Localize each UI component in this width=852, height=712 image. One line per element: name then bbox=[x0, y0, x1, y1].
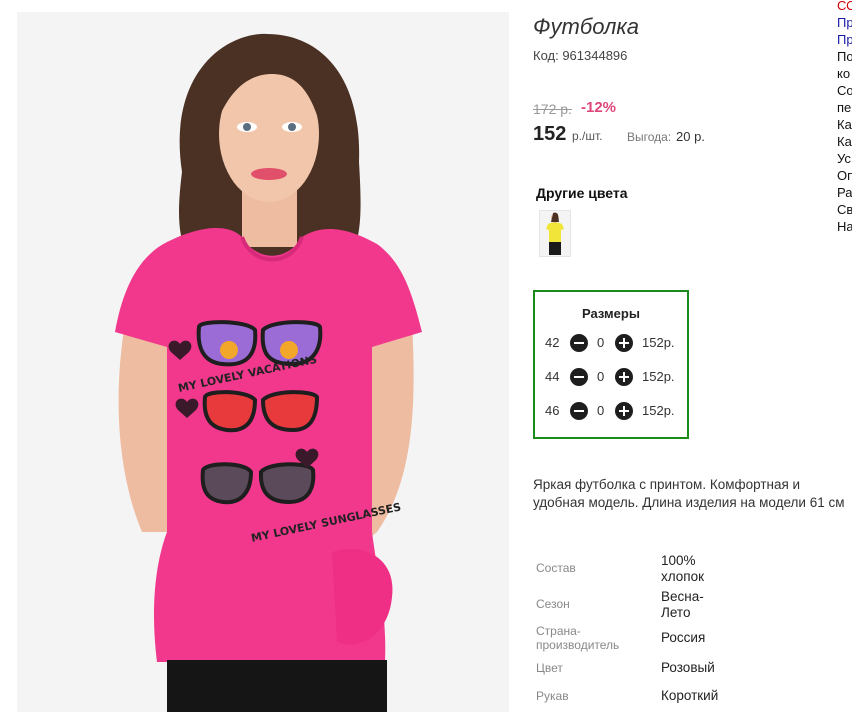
size-row-44: 44 0 152р. bbox=[545, 368, 685, 388]
size-price: 152р. bbox=[642, 335, 675, 350]
size-row-46: 46 0 152р. bbox=[545, 402, 685, 422]
spec-value: Розовый bbox=[661, 660, 715, 675]
side-link[interactable]: СО bbox=[837, 0, 852, 14]
benefit-value: 20 р. bbox=[676, 129, 705, 144]
product-photo[interactable]: MY LOVELY VACATIONS MY LOVELY SUNGLASSES bbox=[17, 12, 509, 712]
model-image: MY LOVELY VACATIONS MY LOVELY SUNGLASSES bbox=[17, 12, 509, 712]
product-title: Футболка bbox=[533, 14, 639, 39]
size-price: 152р. bbox=[642, 369, 675, 384]
size-price: 152р. bbox=[642, 403, 675, 418]
sizes-title: Размеры bbox=[582, 306, 640, 321]
sizes-panel: Размеры 42 0 152р. 44 0 152р. 46 0 152р. bbox=[533, 290, 689, 439]
other-colors-heading: Другие цвета bbox=[536, 185, 628, 201]
quantity-value: 0 bbox=[597, 335, 605, 350]
side-link[interactable]: Ра bbox=[837, 184, 852, 201]
side-link[interactable]: пе bbox=[837, 99, 852, 116]
size-label: 46 bbox=[545, 403, 560, 418]
side-link[interactable]: Ка bbox=[837, 133, 852, 150]
side-link[interactable]: ко bbox=[837, 65, 852, 82]
size-label: 44 bbox=[545, 369, 560, 384]
side-link[interactable]: Ка bbox=[837, 116, 852, 133]
spec-label: Цвет bbox=[536, 661, 563, 675]
side-menu: СО Пр Пр По ко Со пе Ка Ка Ус Оп Ра Св Н… bbox=[837, 0, 852, 235]
increment-icon[interactable] bbox=[615, 402, 633, 420]
side-link[interactable]: Пр bbox=[837, 31, 852, 48]
size-label: 42 bbox=[545, 335, 560, 350]
increment-icon[interactable] bbox=[615, 368, 633, 386]
quantity-value: 0 bbox=[597, 369, 605, 384]
spec-label: Страна-производитель bbox=[536, 624, 620, 652]
quantity-value: 0 bbox=[597, 403, 605, 418]
discount-badge: -12% bbox=[581, 99, 617, 116]
color-variant-yellow[interactable] bbox=[539, 210, 571, 257]
spec-label: Состав bbox=[536, 561, 576, 575]
side-link[interactable]: Ус bbox=[837, 150, 852, 167]
spec-value: Короткий bbox=[661, 688, 719, 703]
side-link[interactable]: Оп bbox=[837, 167, 852, 184]
side-link[interactable]: Со bbox=[837, 82, 852, 99]
current-price: 152 bbox=[533, 123, 567, 145]
spec-label: Сезон bbox=[536, 597, 570, 611]
product-code: Код: 961344896 bbox=[533, 48, 628, 63]
decrement-icon[interactable] bbox=[570, 368, 588, 386]
yellow-tshirt-thumbnail bbox=[546, 212, 564, 255]
spec-label: Рукав bbox=[536, 689, 569, 703]
side-link[interactable]: На bbox=[837, 218, 852, 235]
spec-value: Весна-Лето bbox=[661, 589, 704, 620]
product-description: Яркая футболка с принтом. Комфортная и у… bbox=[533, 477, 845, 510]
benefit-label: Выгода: bbox=[627, 130, 672, 144]
side-link[interactable]: По bbox=[837, 48, 852, 65]
side-link[interactable]: Св bbox=[837, 201, 852, 218]
increment-icon[interactable] bbox=[615, 334, 633, 352]
spec-value: 100% хлопок bbox=[661, 553, 705, 584]
decrement-icon[interactable] bbox=[570, 334, 588, 352]
size-row-42: 42 0 152р. bbox=[545, 334, 685, 354]
spec-value: Россия bbox=[661, 630, 706, 645]
decrement-icon[interactable] bbox=[570, 402, 588, 420]
old-price: 172 р. bbox=[533, 101, 572, 117]
price-unit: р./шт. bbox=[572, 129, 603, 143]
side-link[interactable]: Пр bbox=[837, 14, 852, 31]
